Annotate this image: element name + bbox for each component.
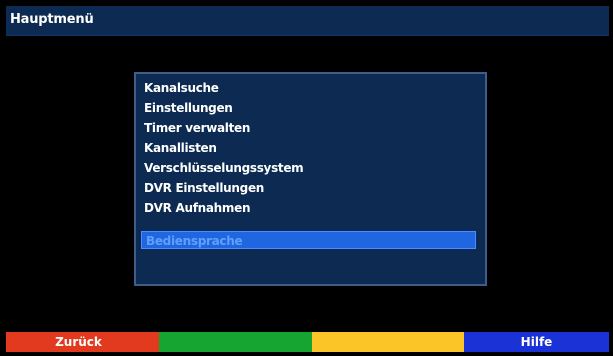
- blue-key-help-button[interactable]: Hilfe: [464, 332, 609, 352]
- menu-item-dvr-einstellungen[interactable]: DVR Einstellungen: [144, 178, 481, 198]
- menu-item-einstellungen[interactable]: Einstellungen: [144, 98, 481, 118]
- title-bar: Hauptmenü: [6, 6, 609, 36]
- menu-list: Kanalsuche Einstellungen Timer verwalten…: [144, 78, 481, 218]
- page-title: Hauptmenü: [10, 12, 94, 27]
- menu-item-bediensprache-selected[interactable]: Bediensprache: [141, 231, 476, 249]
- yellow-key-button[interactable]: [312, 332, 464, 352]
- menu-item-kanalsuche[interactable]: Kanalsuche: [144, 78, 481, 98]
- function-key-bar: Zurück Hilfe: [6, 332, 609, 352]
- menu-item-timer-verwalten[interactable]: Timer verwalten: [144, 118, 481, 138]
- green-key-button[interactable]: [159, 332, 312, 352]
- main-menu: Kanalsuche Einstellungen Timer verwalten…: [134, 72, 487, 286]
- menu-item-dvr-aufnahmen[interactable]: DVR Aufnahmen: [144, 198, 481, 218]
- red-key-back-button[interactable]: Zurück: [6, 332, 159, 352]
- menu-item-kanallisten[interactable]: Kanallisten: [144, 138, 481, 158]
- tv-screen: Hauptmenü Kanalsuche Einstellungen Timer…: [0, 0, 613, 356]
- menu-item-verschluesselungssystem[interactable]: Verschlüsselungssystem: [144, 158, 481, 178]
